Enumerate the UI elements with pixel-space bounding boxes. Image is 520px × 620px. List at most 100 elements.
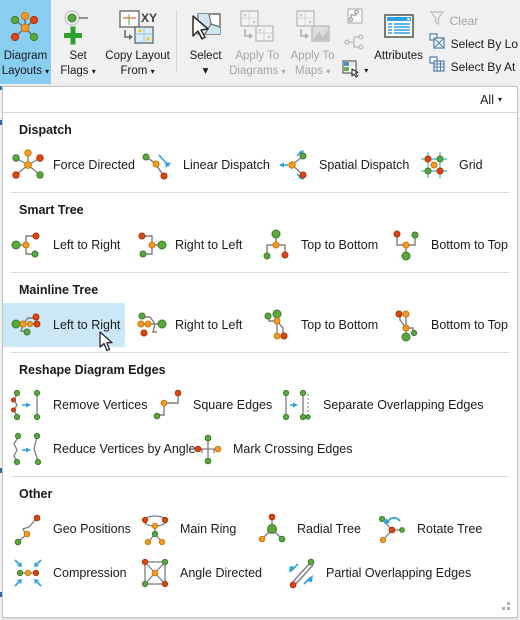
- gallery-item-mainline-tree-btt[interactable]: Bottom to Top: [381, 303, 517, 347]
- grid-icon: [415, 146, 453, 184]
- chevron-down-icon[interactable]: ▾: [364, 66, 368, 75]
- gallery-item-angle-directed[interactable]: Angle Directed: [130, 551, 276, 595]
- partial-overlapping-edges-icon: [282, 554, 320, 592]
- select-by-attributes-button[interactable]: Select By At: [427, 55, 520, 78]
- gallery-item-separate-overlapping-edges[interactable]: Separate Overlapping Edges: [273, 383, 494, 427]
- main-ring-icon: [136, 510, 174, 548]
- gallery-item-linear-dispatch[interactable]: Linear Dispatch: [133, 143, 270, 187]
- gallery-item-smart-tree-ttb[interactable]: Top to Bottom: [251, 223, 381, 267]
- gallery-item-label: Compression: [53, 566, 127, 580]
- set-flags-button[interactable]: Set Flags ▾: [51, 0, 105, 84]
- gallery-filter-bar: All ▾: [3, 87, 517, 113]
- branch-icon[interactable]: [344, 34, 366, 55]
- gallery-item-label: Reduce Vertices by Angle: [53, 442, 196, 456]
- store-diagram-icon[interactable]: [345, 6, 365, 31]
- gallery-item-mainline-tree-ttb[interactable]: Top to Bottom: [251, 303, 381, 347]
- reduce-vertices-by-angle-icon: [9, 430, 47, 468]
- gallery-item-label: Top to Bottom: [301, 238, 379, 252]
- diagram-layouts-gallery-panel: All ▾ Dispatch Force Directed Linear Dis…: [2, 86, 518, 618]
- apply-to-diagrams-button[interactable]: Apply To Diagrams ▾: [228, 0, 286, 84]
- gallery-item-mark-crossing-edges[interactable]: Mark Crossing Edges: [183, 427, 363, 471]
- separate-overlapping-edges-icon: [279, 386, 317, 424]
- remove-vertices-icon: [9, 386, 47, 424]
- diagram-layouts-gallery-screen: Diagram Layouts ▾ Set Flags ▾ XY Copy La…: [0, 0, 520, 620]
- select-by-location-icon: [429, 32, 446, 55]
- copy-layout-from-button[interactable]: XY Copy Layout From ▾: [105, 0, 170, 84]
- ribbon-toolbar: Diagram Layouts ▾ Set Flags ▾ XY Copy La…: [0, 0, 520, 86]
- gallery-item-force-directed[interactable]: Force Directed: [3, 143, 135, 187]
- gallery-item-label: Left to Right: [53, 238, 121, 252]
- gallery-item-label: Spatial Dispatch: [319, 158, 410, 172]
- diagram-layouts-icon: [8, 8, 42, 48]
- manage-templates-icon[interactable]: [341, 58, 361, 83]
- angle-directed-icon: [136, 554, 174, 592]
- gallery-item-label: Bottom to Top: [431, 238, 508, 252]
- gallery-item-smart-tree-rtl[interactable]: Right to Left: [125, 223, 251, 267]
- clear-button[interactable]: Clear: [427, 9, 520, 32]
- gallery-item-partial-overlapping-edges[interactable]: Partial Overlapping Edges: [276, 551, 481, 595]
- diagram-layouts-button[interactable]: Diagram Layouts ▾: [0, 0, 51, 84]
- spatial-dispatch-icon: [275, 146, 313, 184]
- gallery-item-geo-positions[interactable]: Geo Positions: [3, 507, 131, 551]
- section-other: Other Geo Positions Main Ring Radial Tre…: [3, 477, 517, 595]
- gallery-item-square-edges[interactable]: Square Edges: [143, 383, 273, 427]
- gallery-item-label: Mark Crossing Edges: [233, 442, 353, 456]
- copy-layout-from-label-line2: From: [120, 65, 148, 77]
- chevron-down-icon: ▾: [497, 94, 502, 104]
- gallery-row: Left to Right Right to Left Top to Botto…: [3, 223, 517, 267]
- force-directed-icon: [9, 146, 47, 184]
- resize-grip[interactable]: [502, 602, 511, 611]
- gallery-item-grid[interactable]: Grid: [409, 143, 493, 187]
- chevron-down-icon: ▾: [45, 67, 50, 76]
- gallery-item-main-ring[interactable]: Main Ring: [130, 507, 247, 551]
- gallery-item-label: Radial Tree: [297, 522, 361, 536]
- gallery-item-label: Rotate Tree: [417, 522, 483, 536]
- gallery-item-mainline-tree-ltr[interactable]: Left to Right: [3, 303, 125, 347]
- square-edges-icon: [149, 386, 187, 424]
- set-flags-icon: [58, 8, 98, 48]
- smart-tree-ttb-icon: [257, 226, 295, 264]
- gallery-item-spatial-dispatch[interactable]: Spatial Dispatch: [269, 143, 409, 187]
- section-title: Dispatch: [19, 123, 72, 137]
- gallery-item-label: Bottom to Top: [431, 318, 508, 332]
- mainline-tree-ltr-icon: [9, 306, 47, 344]
- apply-to-diagrams-label-line1: Apply To: [235, 50, 280, 62]
- gallery-item-label: Left to Right: [53, 318, 121, 332]
- gallery-item-compression[interactable]: Compression: [3, 551, 130, 595]
- chevron-down-icon[interactable]: ▾: [203, 65, 209, 78]
- gallery-item-smart-tree-btt[interactable]: Bottom to Top: [381, 223, 517, 267]
- gallery-item-label: Main Ring: [180, 522, 237, 536]
- apply-to-maps-label-line2: Maps: [294, 65, 324, 77]
- gallery-item-rotate-tree[interactable]: Rotate Tree: [367, 507, 492, 551]
- gallery-item-remove-vertices[interactable]: Remove Vertices: [3, 383, 147, 427]
- gallery-item-smart-tree-ltr[interactable]: Left to Right: [3, 223, 125, 267]
- gallery-row: Reduce Vertices by Angle Mark Crossing E…: [3, 427, 517, 471]
- select-button[interactable]: Select ▾: [183, 0, 229, 84]
- copy-layout-from-icon: XY: [116, 8, 160, 48]
- gallery-row: Force Directed Linear Dispatch Spatial D…: [3, 143, 517, 187]
- set-flags-label-line1: Set: [69, 50, 87, 62]
- gallery-item-label: Partial Overlapping Edges: [326, 566, 472, 580]
- gallery-item-label: Linear Dispatch: [183, 158, 270, 172]
- diagram-tools-micro-group: ▾: [339, 0, 371, 86]
- attributes-button[interactable]: Attributes: [370, 0, 426, 84]
- gallery-item-label: Right to Left: [175, 318, 243, 332]
- apply-to-maps-button[interactable]: Apply To Maps ▾: [286, 0, 339, 84]
- select-by-location-button[interactable]: Select By Lo: [427, 32, 520, 55]
- section-title: Smart Tree: [19, 203, 84, 217]
- gallery-item-label: Top to Bottom: [301, 318, 379, 332]
- gallery-item-radial-tree[interactable]: Radial Tree: [247, 507, 367, 551]
- apply-to-maps-label-line1: Apply To: [290, 50, 335, 62]
- gallery-item-mainline-tree-rtl[interactable]: Right to Left: [125, 303, 251, 347]
- select-icon: [187, 8, 225, 48]
- chevron-down-icon: ▾: [326, 67, 331, 76]
- gallery-row: Compression Angle Directed Partial Overl…: [3, 551, 517, 595]
- gallery-item-label: Force Directed: [53, 158, 135, 172]
- clear-icon: [429, 10, 445, 31]
- copy-layout-from-label-line1: Copy Layout: [105, 50, 170, 62]
- gallery-item-label: Grid: [459, 158, 483, 172]
- all-filter-dropdown[interactable]: All ▾: [477, 91, 505, 109]
- clear-label: Clear: [449, 13, 479, 28]
- gallery-item-reduce-vertices-by-angle[interactable]: Reduce Vertices by Angle: [3, 427, 195, 471]
- rotate-tree-icon: [373, 510, 411, 548]
